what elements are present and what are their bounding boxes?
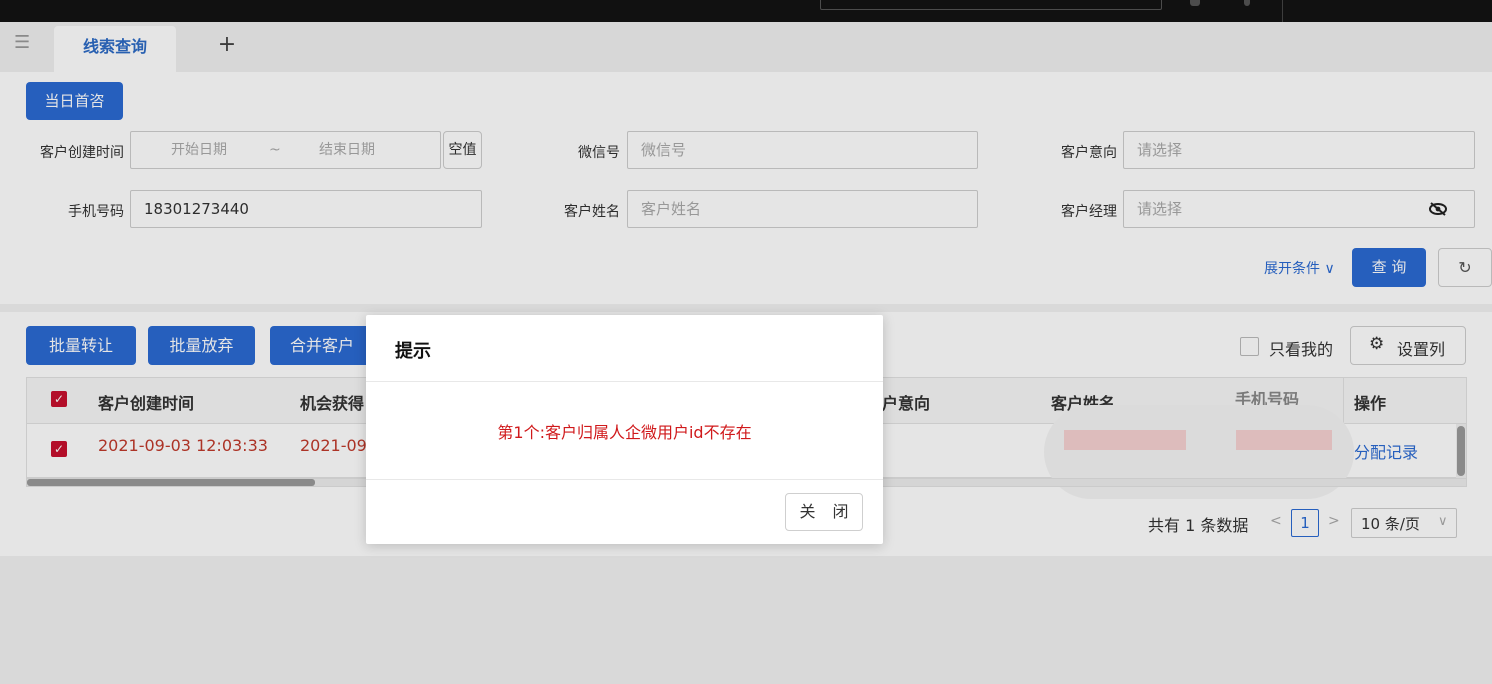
dialog-title: 提示 <box>395 341 431 362</box>
dialog-message: 第1个:客户归属人企微用户id不存在 <box>497 423 752 442</box>
dialog-divider <box>366 381 883 382</box>
alert-dialog: 提示 第1个:客户归属人企微用户id不存在 关 闭 <box>366 315 883 544</box>
dialog-close-button[interactable]: 关 闭 <box>785 493 863 531</box>
dialog-divider <box>366 479 883 480</box>
